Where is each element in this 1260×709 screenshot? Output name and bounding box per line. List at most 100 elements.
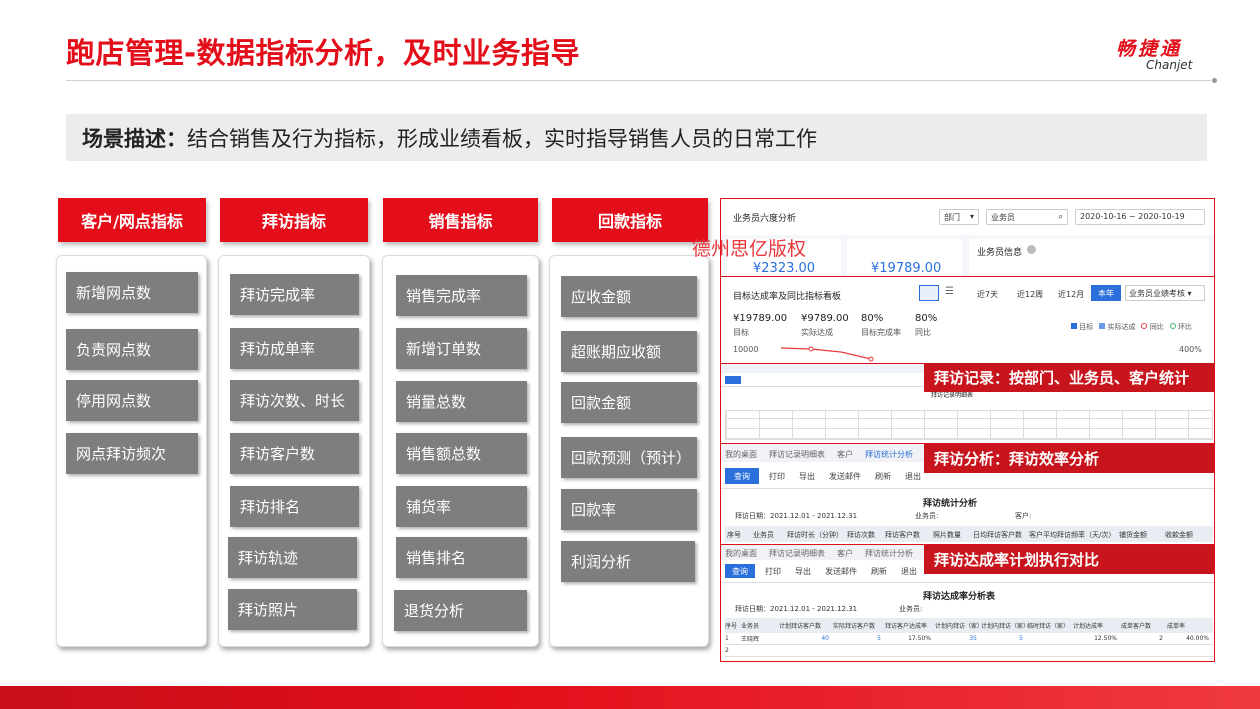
print-button[interactable]: 打印 <box>765 566 781 577</box>
metric-item: 拜访次数、时长 <box>230 380 359 421</box>
axis-right-label: 400% <box>1179 345 1202 354</box>
tab-customer[interactable]: 客户 <box>837 548 853 558</box>
range-tab-active[interactable]: 本年 <box>1091 285 1121 301</box>
achievement-toolbar: 打印 导出 发送邮件 刷新 退出 <box>765 566 917 577</box>
stat-value: ¥19789.00 <box>871 261 942 276</box>
target-stat-label: 目标完成率 <box>861 328 901 337</box>
screenshot-panel: 业务员六度分析 部门 ▾ 业务员 ⌕ 2020-10-16 ~ 2020-10-19… <box>720 198 1215 662</box>
refresh-button[interactable]: 刷新 <box>871 566 887 577</box>
tab-visit-record[interactable]: 拜访记录明细表 <box>769 449 825 459</box>
mini-query-button[interactable] <box>725 376 741 384</box>
visit-analysis-toolbar: 打印 导出 发送邮件 刷新 退出 <box>769 471 921 482</box>
metric-item: 回款率 <box>561 489 697 530</box>
col-header: 计划拜访客户数 <box>779 623 822 630</box>
col-header: 临时拜访（家） <box>1027 623 1070 630</box>
metric-item: 拜访排名 <box>230 486 359 527</box>
col-header: 收款金额 <box>1165 531 1193 539</box>
target-stat-label: 实际达成 <box>801 328 833 337</box>
col-header: 客户平均拜访频率（天/次） <box>1029 531 1116 539</box>
table-view-icon[interactable]: ☰ <box>945 286 959 300</box>
table-cell[interactable]: 5 <box>981 635 1027 642</box>
export-button[interactable]: 导出 <box>799 471 815 482</box>
report-period: 拜访日期：2021.12.01 - 2021.12.31 <box>735 512 858 520</box>
metric-item: 销售排名 <box>396 537 527 578</box>
metric-item: 拜访完成率 <box>230 274 359 315</box>
target-stat-label: 同比 <box>915 328 931 337</box>
divider-dot <box>1212 78 1217 83</box>
assessment-select[interactable]: 业务员业绩考核 ▾ <box>1125 285 1205 301</box>
salesman-info-title: 业务员信息 <box>977 248 1023 258</box>
col-header: 序号 <box>725 623 738 630</box>
report-title: 拜访达成率分析表 <box>923 592 996 602</box>
trend-line <box>781 346 874 362</box>
metric-item: 销售完成率 <box>396 275 527 316</box>
chanjet-logo: 畅捷通 Chanjet <box>1116 34 1206 74</box>
target-dashboard: 目标达成率及同比指标看板 ☰ 近7天 近12周 近12月 本年 业务员业绩考核 … <box>721 277 1214 363</box>
legend-yoy: 同比 <box>1141 322 1164 332</box>
col-header: 成单客户数 <box>1121 623 1152 630</box>
export-button[interactable]: 导出 <box>795 566 811 577</box>
chart-legend: 目标 实际达成 同比 环比 <box>1071 322 1192 332</box>
chart-view-icon[interactable] <box>919 285 939 301</box>
range-tab[interactable]: 近7天 <box>977 289 998 300</box>
metric-item: 超账期应收额 <box>561 331 697 372</box>
email-button[interactable]: 发送邮件 <box>829 471 861 482</box>
table-cell[interactable]: 35 <box>935 635 981 642</box>
column-header-customer: 客户/网点指标 <box>58 198 206 242</box>
metric-item: 新增订单数 <box>396 328 527 369</box>
tab-visit-record[interactable]: 拜访记录明细表 <box>769 548 825 558</box>
legend-mom: 环比 <box>1169 322 1192 332</box>
logo-cn: 畅捷通 <box>1116 38 1183 60</box>
table-cell: 40.00% <box>1186 635 1209 642</box>
help-icon <box>1027 245 1036 254</box>
exit-button[interactable]: 退出 <box>901 566 917 577</box>
achievement-table: 序号 业务员 计划拜访客户数 实际拜访客户数 拜访客户达成率 计划内拜访（家） … <box>725 618 1213 657</box>
target-stat-value: ¥9789.00 <box>801 313 849 324</box>
metric-item: 拜访照片 <box>228 589 357 630</box>
metric-item: 回款预测（预计） <box>561 437 697 478</box>
legend-target: 目标 <box>1071 322 1093 332</box>
table-cell: 王晓辉 <box>741 636 760 643</box>
query-button[interactable]: 查询 <box>725 564 755 578</box>
col-header: 拜访客户数 <box>885 531 920 539</box>
table-cell[interactable]: 40 <box>779 635 833 642</box>
table-cell: 1 <box>725 635 729 642</box>
range-tab[interactable]: 近12月 <box>1058 289 1084 300</box>
target-stat-label: 目标 <box>733 328 749 337</box>
metric-item: 新增网点数 <box>66 272 198 313</box>
dept-select[interactable]: 部门 ▾ <box>939 209 979 225</box>
date-range[interactable]: 2020-10-16 ~ 2020-10-19 <box>1075 209 1205 225</box>
tab-desktop[interactable]: 我的桌面 <box>725 449 757 459</box>
metric-item: 网点拜访频次 <box>66 433 198 474</box>
report-period: 拜访日期：2021.12.01 - 2021.12.31 <box>735 605 858 613</box>
search-icon: ⌕ <box>1058 212 1063 221</box>
print-button[interactable]: 打印 <box>769 471 785 482</box>
visit-analysis-header: 序号 业务员 拜访时长（分钟） 拜访次数 拜访客户数 照片数量 日均拜访客户数 … <box>725 526 1213 542</box>
report-title: 拜访统计分析 <box>923 499 978 509</box>
report-salesman: 业务员: <box>915 512 939 520</box>
stat-value: ¥2323.00 <box>753 261 816 276</box>
exit-button[interactable]: 退出 <box>905 471 921 482</box>
salesman-search[interactable]: 业务员 ⌕ <box>986 209 1068 225</box>
tab-desktop[interactable]: 我的桌面 <box>725 548 757 558</box>
salesman-info-card: 业务员信息 <box>969 239 1209 276</box>
col-header: 照片数量 <box>933 531 961 539</box>
tab-customer[interactable]: 客户 <box>837 449 853 459</box>
scene-label: 场景描述： <box>82 126 187 151</box>
query-button[interactable]: 查询 <box>725 468 759 484</box>
tab-visit-stats[interactable]: 拜访统计分析 <box>865 449 913 459</box>
report-salesman: 业务员: <box>899 605 923 613</box>
email-button[interactable]: 发送邮件 <box>825 566 857 577</box>
scene-text: 结合销售及行为指标，形成业绩看板，实时指导销售人员的日常工作 <box>187 126 817 151</box>
header-divider <box>66 80 1211 81</box>
axis-left-label: 10000 <box>733 345 759 354</box>
range-tab[interactable]: 近12周 <box>1017 289 1043 300</box>
metric-item: 负责网点数 <box>66 329 198 370</box>
tab-visit-stats[interactable]: 拜访统计分析 <box>865 548 913 558</box>
table-cell[interactable]: 5 <box>833 635 885 642</box>
col-header: 计划达成率 <box>1073 623 1104 630</box>
report-customer: 客户: <box>1015 512 1032 520</box>
refresh-button[interactable]: 刷新 <box>875 471 891 482</box>
metric-item: 拜访成单率 <box>230 328 359 369</box>
logo-en: Chanjet <box>1146 58 1193 72</box>
